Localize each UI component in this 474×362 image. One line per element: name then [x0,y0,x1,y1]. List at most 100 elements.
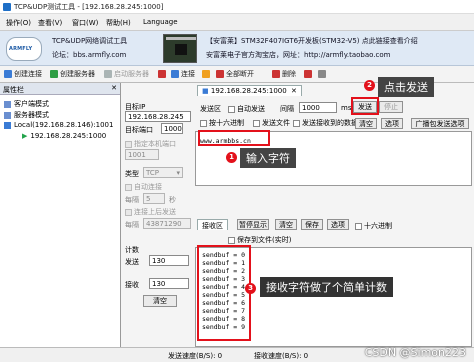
close-icon [304,70,312,78]
annotation-box-recv [197,245,251,341]
stop-send-button[interactable]: 停止 [379,101,403,113]
chevron-down-icon: ▾ [176,169,180,177]
annotation-send-text: 点击发送 [378,77,434,97]
annotation-number-2: 2 [364,80,375,91]
armfly-logo[interactable]: ARMFLY [6,37,42,61]
folder-icon [4,100,11,108]
link-icon [171,70,179,78]
send-count-field: 130 [149,255,189,266]
window-title: TCP&UDP测试工具 - [192.168.28.245:1000] [14,3,164,11]
connection-icon [4,70,12,78]
disconnect-all-icon [216,70,224,78]
watermark: CSDN @Simon223 [364,346,466,359]
type-label: 类型 [125,170,139,178]
connect-button[interactable]: 连接 [171,68,195,80]
interval-label: 间隔 [280,105,294,113]
banner-forum-link[interactable]: 论坛：bbs.armfly.com [52,50,126,60]
pause-display-button[interactable]: 暂停显示 [237,219,269,230]
interval-field[interactable]: 1000 [299,102,337,113]
create-server-button[interactable]: 创建服务器 [50,68,95,80]
count-label: 计数 [125,246,139,254]
annotation-box-input [198,130,270,146]
connection-icon: ■ [202,87,209,95]
send-on-connect-checkbox[interactable]: 连接上后发送 [125,207,176,217]
menu-language[interactable]: Language [143,18,178,26]
play-icon: ▶ [22,132,28,140]
broadcast-options-button[interactable]: 广播包发送选项 [411,118,469,129]
type-select[interactable]: TCP ▾ [143,167,183,178]
folder-icon [4,111,11,119]
stop-icon [158,70,166,78]
close-icon-button[interactable] [304,68,314,80]
target-port-label: 目标端口 [125,126,153,134]
recv-clear-button[interactable]: 清空 [275,219,297,230]
recv-speed: 接收速度(B/S): 0 [254,352,309,360]
send-speed: 发送速度(B/S): 0 [168,352,223,360]
disconnect-button[interactable] [202,68,212,80]
delete-button[interactable]: 删除 [272,68,296,80]
save-button[interactable]: 保存 [301,219,323,230]
disconnect-all-button[interactable]: 全部断开 [216,68,254,80]
delete-icon [272,70,280,78]
computer-icon [4,121,11,129]
annotation-box-send [351,97,379,115]
send-file-checkbox[interactable]: 发送文件 [253,118,290,128]
auto-connect-unit: 秒 [169,196,176,204]
gear-icon [318,70,326,78]
property-panel: 属性栏 ✕ 客户端模式 服务器模式 Local(192.168.28.146):… [0,83,121,347]
unlink-icon [202,70,210,78]
auto-connect-interval-label: 每隔 [125,196,139,204]
tree-client-mode[interactable]: 客户端模式 [4,99,49,109]
local-port-field[interactable]: 1001 [125,149,159,160]
tree-local-connection[interactable]: Local(192.168.28.146):1001 [4,121,113,129]
auto-connect-interval-field[interactable]: 5 [143,193,165,204]
send-area-label: 发送区 [200,105,221,113]
tree-server-mode[interactable]: 服务器模式 [4,110,49,120]
banner-title: TCP&UDP网络调试工具 [52,37,128,45]
stop-button[interactable] [158,68,168,80]
banner-board-link[interactable]: 【安富莱】STM32F407IGT6开发板(STM32-V5) 点此链接查看介绍 [206,36,418,46]
send-on-connect-interval-field[interactable]: 43871290 [143,218,191,229]
title-bar: TCP&UDP测试工具 - [192.168.28.245:1000] [0,0,474,14]
settings-button[interactable] [318,68,328,80]
annotation-recv-text: 接收字符做了个简单计数 [260,277,393,297]
app-icon [3,3,11,11]
start-server-button[interactable]: 启动服务器 [104,68,149,80]
dev-board-image[interactable] [163,34,197,63]
specify-local-port-checkbox[interactable]: 指定本机端口 [125,139,176,149]
target-port-field[interactable]: 1000 [161,123,183,134]
send-received-checkbox[interactable]: 发送接收到的数据 [293,118,358,128]
connection-settings-panel: 目标IP 192.168.28.245 目标端口 1000 指定本机端口 100… [121,83,195,347]
property-panel-header: 属性栏 ✕ [0,83,120,95]
menu-window[interactable]: 窗口(W) [72,18,98,28]
create-connection-button[interactable]: 创建连接 [4,68,42,80]
recv-count-label: 接收 [125,281,139,289]
menu-view[interactable]: 查看(V) [38,18,62,28]
send-clear-button[interactable]: 清空 [355,118,377,129]
annotation-input-text: 输入字符 [240,148,296,168]
send-options-button[interactable]: 选项 [381,118,403,129]
auto-connect-checkbox[interactable]: 自动连接 [125,182,162,192]
recv-area-label: 接收区 [197,219,228,230]
menu-bar: 操作(O) 查看(V) 窗口(W) 帮助(H) Language [0,14,474,31]
tree-remote-connection[interactable]: ▶ 192.168.28.245:1000 [22,132,106,140]
recv-hex-checkbox[interactable]: 十六进制 [355,221,392,231]
count-clear-button[interactable]: 清空 [143,295,177,307]
menu-help[interactable]: 帮助(H) [106,18,131,28]
auto-send-checkbox[interactable]: 自动发送 [228,104,265,114]
send-on-connect-interval-label: 每隔 [125,221,139,229]
recv-options-button[interactable]: 选项 [327,219,349,230]
menu-operate[interactable]: 操作(O) [6,18,31,28]
target-ip-field[interactable]: 192.168.28.245 [125,111,191,122]
send-count-label: 发送 [125,258,139,266]
annotation-number-1: 1 [226,152,237,163]
server-icon [50,70,58,78]
hex-send-checkbox[interactable]: 按十六进制 [200,118,244,128]
close-icon[interactable]: ✕ [111,84,117,92]
session-tab[interactable]: ■ 192.168.28.245:1000 ✕ [197,85,302,96]
play-icon [104,70,112,78]
close-icon[interactable]: ✕ [291,87,297,95]
save-to-file-checkbox[interactable]: 保存到文件(实时) [228,235,291,245]
annotation-number-3: 3 [245,283,256,294]
banner-shop-link[interactable]: 安富莱电子官方淘宝店，网址：http://armfly.taobao.com [206,50,390,60]
